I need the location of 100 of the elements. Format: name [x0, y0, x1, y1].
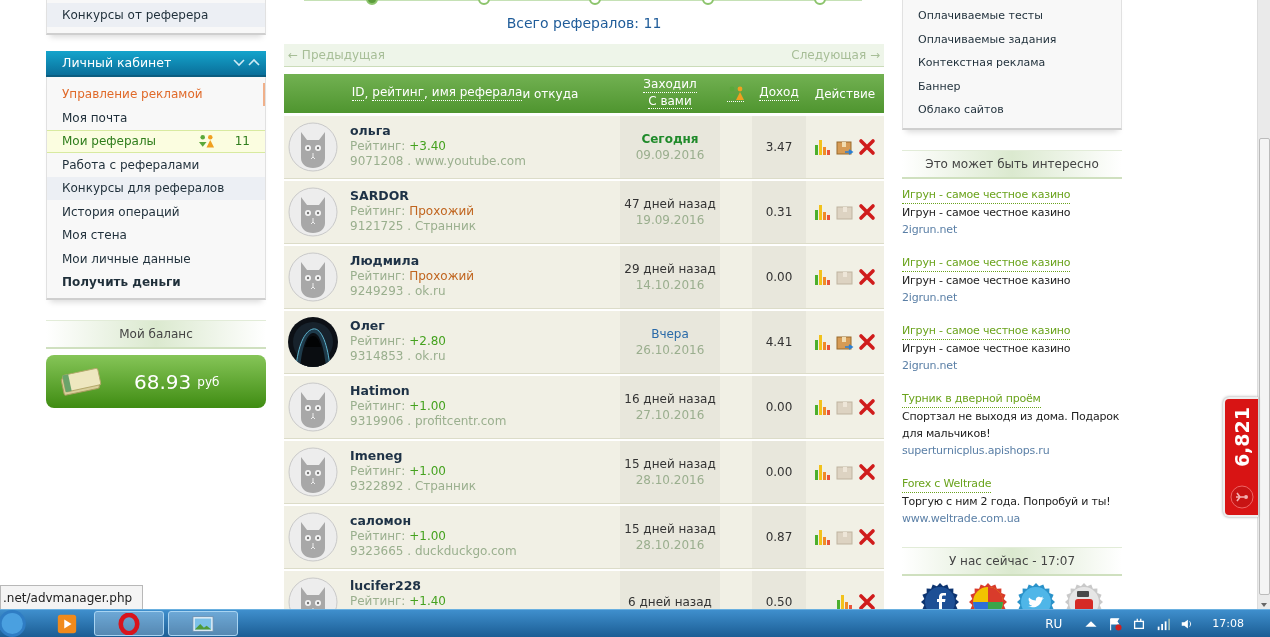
- stats-icon[interactable]: [814, 268, 832, 286]
- clock[interactable]: 17:08: [1212, 617, 1244, 630]
- taskbar-button[interactable]: [94, 611, 164, 636]
- sort-link[interactable]: Доход: [759, 86, 799, 101]
- balance-button[interactable]: 68.93 руб: [46, 355, 266, 408]
- power-icon[interactable]: [1132, 616, 1147, 631]
- stats-icon[interactable]: [814, 203, 832, 221]
- referral-name: Олег: [350, 318, 386, 333]
- menu-item[interactable]: Мои личные данные: [47, 247, 265, 271]
- sort-link[interactable]: рейтинг: [372, 86, 424, 101]
- scrollbar[interactable]: [1257, 0, 1270, 609]
- stats-icon[interactable]: [814, 528, 832, 546]
- sort-link[interactable]: ID: [351, 86, 365, 101]
- menu-item[interactable]: Облако сайтов: [903, 98, 1121, 122]
- last-visit: 16 дней назад: [624, 392, 716, 406]
- delete-icon[interactable]: [858, 593, 876, 609]
- ad-text: Игрун - самое честное казино: [902, 204, 1072, 221]
- stats-icon[interactable]: [814, 138, 832, 156]
- ad-link[interactable]: Игрун - самое честное казино: [902, 322, 1071, 340]
- delete-icon[interactable]: [858, 463, 876, 481]
- referral-name: SARDOR: [350, 188, 410, 203]
- visit-date: 26.10.2016: [635, 343, 705, 357]
- referral-origin: 9319906 . profitcentr.com: [350, 414, 507, 428]
- stats-icon[interactable]: [814, 398, 832, 416]
- referral-name: Imeneg: [350, 448, 404, 463]
- delete-icon[interactable]: [858, 398, 876, 416]
- package-icon[interactable]: [836, 333, 854, 351]
- taskbar-button[interactable]: [168, 611, 238, 636]
- referral-origin: 9249293 . ok.ru: [350, 284, 447, 298]
- sort-link[interactable]: Заходил: [643, 78, 697, 93]
- stats-icon[interactable]: [836, 593, 854, 609]
- income-value: 0.87: [765, 530, 793, 544]
- referral-origin: 9071208 . www.youtube.com: [350, 154, 526, 168]
- collapse-icon[interactable]: [232, 56, 262, 69]
- ad-link[interactable]: Игрун - самое честное казино: [902, 254, 1071, 272]
- last-visit: 15 дней назад: [624, 522, 716, 536]
- last-visit: Сегодня: [641, 132, 699, 146]
- section-header: Это может быть интересно: [902, 149, 1122, 179]
- menu-item[interactable]: Конкурсы для рефералов: [47, 176, 265, 200]
- delete-icon[interactable]: [858, 138, 876, 156]
- delete-icon[interactable]: [858, 333, 876, 351]
- scrollbar-thumb[interactable]: [1259, 138, 1270, 595]
- menu-item[interactable]: Контекстная реклама: [903, 51, 1121, 75]
- ad-url: superturnicplus.apishops.ru: [902, 442, 1051, 459]
- signal-icon[interactable]: [1156, 616, 1171, 631]
- menu-item[interactable]: Конкурсы от реферера: [47, 3, 265, 27]
- sort-link[interactable]: С вами: [648, 94, 692, 109]
- menu-item[interactable]: Моя почта: [47, 106, 265, 130]
- referral-name: lucifer228: [350, 578, 423, 593]
- stats-icon[interactable]: [814, 333, 832, 351]
- ad-text: Торгую с ним 2 года. Попробуй и ты!: [902, 493, 1112, 510]
- language-indicator[interactable]: RU: [1045, 616, 1063, 631]
- counter-widget[interactable]: 6,821: [1223, 397, 1258, 517]
- income-value: 0.00: [765, 465, 793, 479]
- ad-url: 2igrun.net: [902, 357, 959, 374]
- menu-item[interactable]: Баннер: [903, 74, 1121, 98]
- flag-icon[interactable]: [1108, 616, 1123, 631]
- referral-name: Hatimon: [350, 383, 411, 398]
- menu-item[interactable]: Управление рекламой: [47, 82, 265, 106]
- income-value: 0.00: [765, 270, 793, 284]
- delete-icon[interactable]: [858, 203, 876, 221]
- referral-total: Всего рефералов: 11: [505, 15, 663, 33]
- menu-item[interactable]: Работа с рефералами: [47, 153, 265, 177]
- ad-link[interactable]: Игрун - самое честное казино: [902, 186, 1071, 204]
- last-visit: 29 дней назад: [624, 262, 716, 276]
- delete-icon[interactable]: [858, 268, 876, 286]
- income-value: 0.00: [765, 400, 793, 414]
- stats-icon[interactable]: [814, 463, 832, 481]
- column-header: Действие: [814, 86, 876, 101]
- last-visit: 47 дней назад: [624, 197, 716, 211]
- rating-text: Рейтинг: +1.40: [350, 594, 446, 608]
- visit-date: 09.09.2016: [635, 148, 705, 162]
- ad-link[interactable]: Forex с Weltrade: [902, 475, 992, 493]
- income-value: 0.50: [765, 595, 793, 609]
- ad-url: 2igrun.net: [902, 221, 959, 238]
- ad-text: Игрун - самое честное казино: [902, 340, 1072, 357]
- panel-title: Личный кабинет: [62, 55, 172, 70]
- menu-item[interactable]: Оплачиваемые задания: [903, 27, 1121, 51]
- sort-link[interactable]: имя реферала: [431, 86, 523, 101]
- income-value: 3.47: [765, 140, 793, 154]
- visit-date: 27.10.2016: [635, 408, 705, 422]
- menu-item[interactable]: Моя стена: [47, 223, 265, 247]
- income-value: 4.41: [765, 335, 793, 349]
- menu-item[interactable]: Оплачиваемые тесты: [903, 4, 1121, 28]
- figure-icon: [1229, 485, 1254, 509]
- referral-origin: 9121725 . Странник: [350, 219, 476, 233]
- visit-date: 14.10.2016: [635, 278, 705, 292]
- section-header: Мой баланс: [46, 320, 266, 349]
- visit-date: 19.09.2016: [635, 213, 705, 227]
- people-icon[interactable]: [727, 85, 745, 102]
- ad-url: 2igrun.net: [902, 289, 959, 306]
- last-visit: Вчера: [651, 327, 689, 341]
- ad-link[interactable]: Турник в дверной проём: [902, 390, 1041, 408]
- rating-text: Рейтинг: Прохожий: [350, 204, 476, 218]
- referral-name: Людмила: [350, 253, 421, 268]
- delete-icon[interactable]: [858, 528, 876, 546]
- menu-item[interactable]: Мои рефералы 11: [47, 129, 265, 153]
- menu-item[interactable]: История операций: [47, 200, 265, 224]
- menu-item[interactable]: Получить деньги: [47, 270, 265, 294]
- package-icon[interactable]: [836, 138, 854, 156]
